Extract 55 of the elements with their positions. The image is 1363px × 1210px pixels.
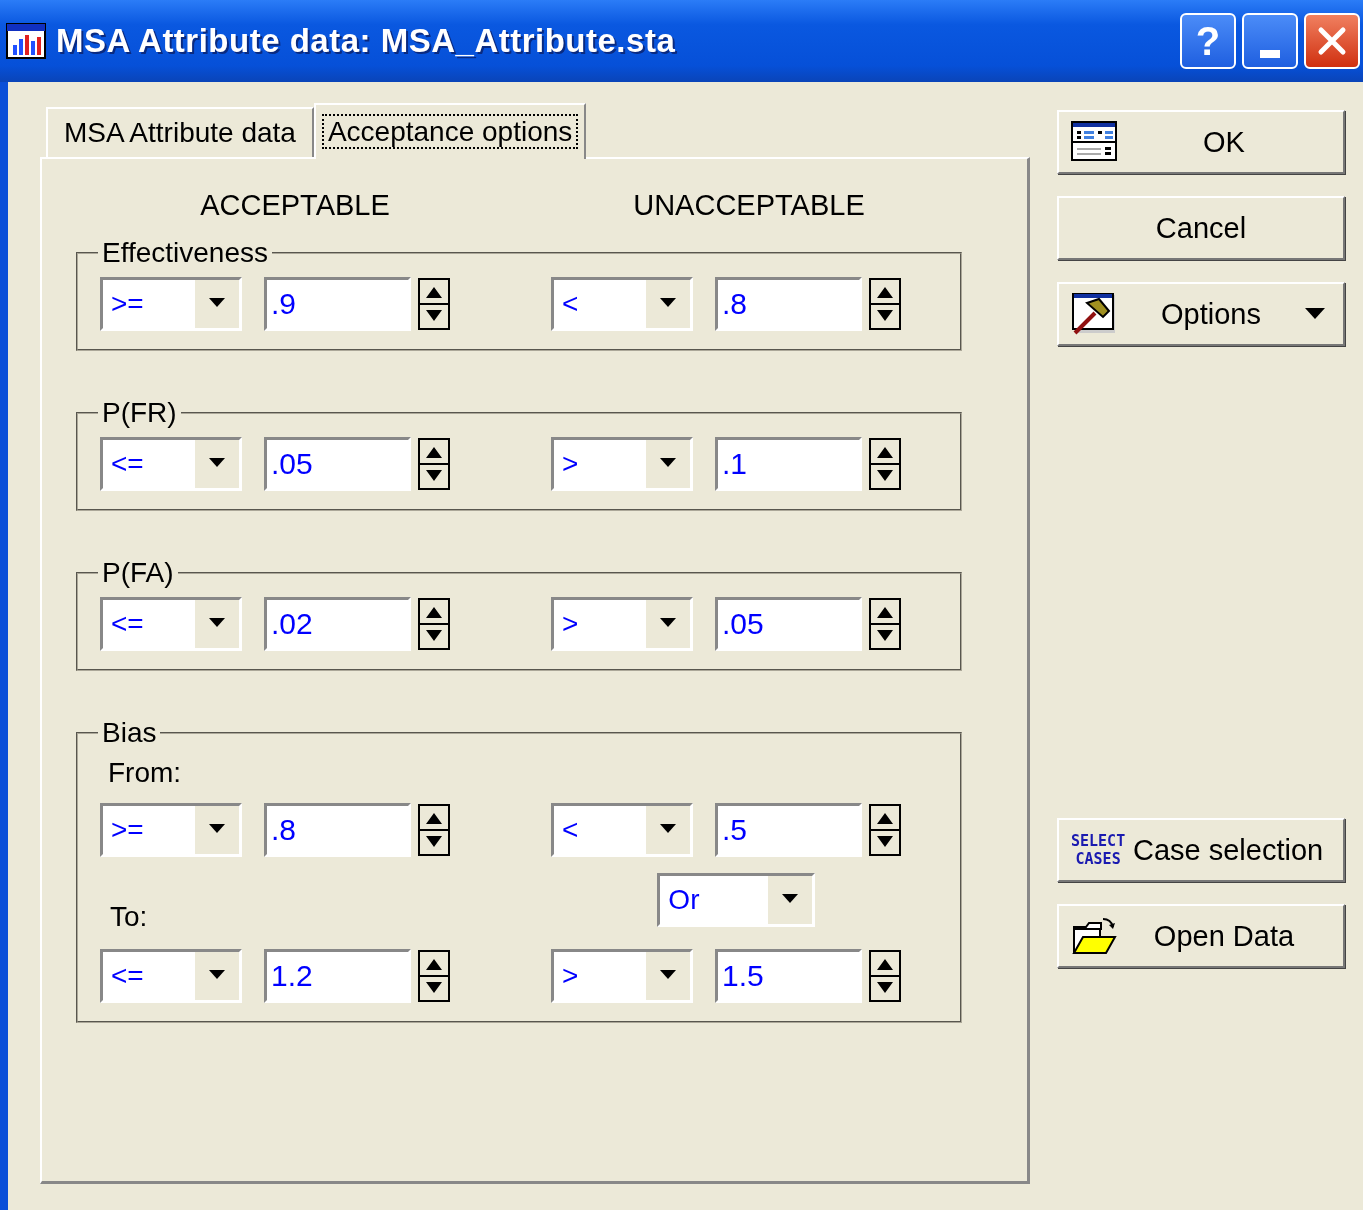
spinner-arrows[interactable] [417,949,451,1003]
spinner-arrows[interactable] [417,597,451,651]
close-icon[interactable] [1317,26,1347,56]
dropdown[interactable]: >= [100,277,242,331]
number-field[interactable]: 1.2 [264,949,411,1003]
number-field[interactable]: .02 [264,597,411,651]
number-field[interactable]: .9 [264,277,411,331]
spinner-arrows[interactable] [868,803,902,857]
spinner-arrows[interactable] [868,597,902,651]
app-icon [6,23,46,59]
number-field[interactable]: .8 [264,803,411,857]
close-button[interactable] [1304,13,1360,69]
dropdown[interactable]: <= [100,437,242,491]
dropdown[interactable]: <= [100,949,242,1003]
number-field[interactable]: .8 [715,277,862,331]
button[interactable]: Open Data [1057,904,1345,968]
dropdown[interactable]: > [551,597,693,651]
dropdown[interactable]: > [551,949,693,1003]
hammer-icon [1071,293,1117,335]
dropdown[interactable]: <= [100,597,242,651]
column-header: ACCEPTABLE [199,188,391,222]
button[interactable]: OK [1057,110,1345,174]
field-label: To: [110,901,148,933]
button[interactable]: Options [1057,282,1345,346]
group-title: P(FR) [101,397,178,429]
group-title: Bias [101,717,158,749]
group-title: Effectiveness [101,237,270,269]
number-field[interactable]: .5 [715,803,862,857]
folder-icon [1071,915,1117,957]
dropdown[interactable]: < [551,277,693,331]
spinner-arrows[interactable] [868,437,902,491]
dropdown[interactable]: >= [100,803,242,857]
tab[interactable]: MSA Attribute data [46,107,314,157]
spinner-arrows[interactable] [417,803,451,857]
button[interactable]: Cancel [1057,196,1345,260]
help-button[interactable]: ? [1180,13,1236,69]
spinner-arrows[interactable] [417,437,451,491]
spinner-arrows[interactable] [868,277,902,331]
window-title: MSA Attribute data: MSA_Attribute.sta [56,22,677,60]
number-field[interactable]: .05 [715,597,862,651]
number-field[interactable]: 1.5 [715,949,862,1003]
minimize-button[interactable] [1242,13,1298,69]
group-title: P(FA) [101,557,175,589]
number-field[interactable]: .05 [264,437,411,491]
number-field[interactable]: .1 [715,437,862,491]
tab[interactable]: Acceptance options [313,103,587,159]
dropdown[interactable]: < [551,803,693,857]
field-label: From: [108,757,182,788]
icon-label: SELECT CASES [1071,832,1126,868]
column-header: UNACCEPTABLE [632,188,866,222]
dropdown[interactable]: Or [657,873,816,927]
spinner-arrows[interactable] [417,277,451,331]
dropdown[interactable]: > [551,437,693,491]
table-icon [1071,121,1117,163]
spinner-arrows[interactable] [868,949,902,1003]
